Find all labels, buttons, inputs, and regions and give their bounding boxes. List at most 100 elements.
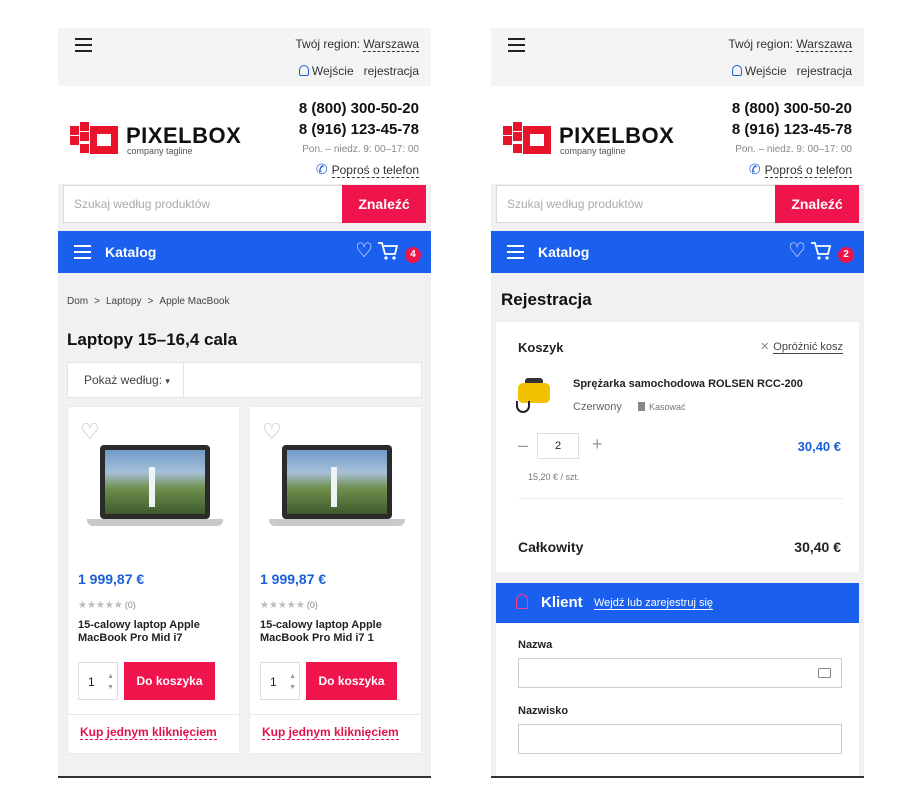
- product-image[interactable]: [516, 375, 554, 415]
- breadcrumb-macbook[interactable]: Apple MacBook: [159, 296, 229, 307]
- basket-panel: Koszyk ✕ Opróżnić kosz Sprężarka samochod…: [496, 322, 859, 572]
- callback-label: Poproś o telefon: [331, 163, 419, 178]
- product-image[interactable]: [269, 445, 405, 531]
- working-hours: Pon. – niedz. 9: 00–17: 00: [735, 144, 852, 155]
- catalog-button[interactable]: Katalog: [538, 244, 589, 260]
- favorite-heart-icon[interactable]: ♡: [80, 421, 100, 443]
- stepper-arrows-icon[interactable]: ▲ ▼: [107, 671, 114, 693]
- delete-item-link[interactable]: Kasować: [638, 402, 686, 412]
- product-price: 1 999,87 €: [78, 571, 145, 587]
- logo[interactable]: PIXELBOX company tagline: [70, 122, 245, 156]
- quantity-stepper[interactable]: 1 ▲ ▼: [260, 662, 300, 700]
- region-selector[interactable]: Twój region: Warszawa: [295, 37, 419, 52]
- sort-bar: Pokaż według: ▾: [67, 362, 422, 398]
- login-or-register-link[interactable]: Wejdź lub zarejestruj się: [594, 597, 714, 610]
- login-link[interactable]: Wejście: [312, 64, 354, 78]
- increase-quantity-button[interactable]: +: [592, 434, 603, 455]
- search-button[interactable]: Znaleźć: [775, 185, 859, 223]
- breadcrumb-laptops[interactable]: Laptopy: [106, 296, 142, 307]
- user-icon: [298, 65, 309, 76]
- total-label: Całkowity: [518, 539, 584, 555]
- add-to-cart-button[interactable]: Do koszyka: [124, 662, 215, 700]
- menu-icon[interactable]: [75, 38, 92, 56]
- register-link[interactable]: rejestracja: [364, 64, 419, 78]
- catalog-screen: Twój region: Warszawa Wejście rejestracja…: [58, 28, 431, 778]
- catalog-button[interactable]: Katalog: [105, 244, 156, 260]
- phone-icon: ✆: [748, 161, 761, 177]
- breadcrumb-separator: >: [147, 296, 154, 307]
- auth-links: Wejście rejestracja: [298, 64, 419, 78]
- client-section-header: Klient Wejdź lub zarejestruj się: [496, 583, 859, 623]
- unit-price: 15,20 € / szt.: [528, 472, 580, 482]
- product-card: ♡ 1 999,87 € ★★★★★ (0) 15-calowy laptop A…: [249, 406, 422, 754]
- clear-basket-label: Opróżnić kosz: [773, 341, 843, 354]
- login-link[interactable]: Wejście: [745, 64, 787, 78]
- favorite-heart-icon[interactable]: ♡: [262, 421, 282, 443]
- search-input[interactable]: [63, 185, 342, 223]
- basket-item-name[interactable]: Sprężarka samochodowa ROLSEN RCC-200: [573, 378, 803, 390]
- phone-2[interactable]: 8 (916) 123-45-78: [299, 119, 419, 140]
- cart-icon[interactable]: [377, 241, 399, 261]
- product-price: 1 999,87 €: [260, 571, 327, 587]
- phone-1[interactable]: 8 (800) 300-50-20: [732, 98, 852, 119]
- menu-icon[interactable]: [508, 38, 525, 56]
- breadcrumb-home[interactable]: Dom: [67, 296, 88, 307]
- product-name[interactable]: 15-calowy laptop Apple MacBook Pro Mid i…: [260, 619, 415, 645]
- catalog-menu-icon[interactable]: [74, 245, 91, 263]
- quantity-input[interactable]: 2: [537, 433, 579, 459]
- callback-link[interactable]: ✆ Poproś o telefon: [299, 161, 419, 178]
- stepper-arrows-icon[interactable]: ▲ ▼: [289, 671, 296, 693]
- surname-field[interactable]: [518, 724, 842, 754]
- decrease-quantity-button[interactable]: –: [518, 435, 528, 456]
- catalog-menu-icon[interactable]: [507, 245, 524, 263]
- add-to-cart-button[interactable]: Do koszyka: [306, 662, 397, 700]
- divider: [518, 498, 843, 499]
- name-field[interactable]: [518, 658, 842, 688]
- top-bar: Twój region: Warszawa Wejście rejestracja: [491, 28, 864, 86]
- callback-link[interactable]: ✆ Poproś o telefon: [732, 161, 852, 178]
- catalog-navbar: Katalog ♡ 2: [491, 231, 864, 273]
- sort-dropdown[interactable]: Pokaż według: ▾: [68, 363, 184, 397]
- registration-screen: Twój region: Warszawa Wejście rejestracja…: [491, 28, 864, 778]
- register-link[interactable]: rejestracja: [797, 64, 852, 78]
- contacts: 8 (800) 300-50-20 8 (916) 123-45-78 Pon.…: [732, 98, 852, 178]
- working-hours: Pon. – niedz. 9: 00–17: 00: [302, 144, 419, 155]
- divider: [250, 714, 421, 715]
- favorites-icon[interactable]: ♡: [355, 240, 373, 262]
- delete-item-label: Kasować: [649, 402, 686, 412]
- cart-count-badge: 4: [405, 247, 421, 263]
- close-icon: ✕: [760, 341, 770, 353]
- region-city-link[interactable]: Warszawa: [796, 37, 852, 52]
- product-name[interactable]: 15-calowy laptop Apple MacBook Pro Mid i…: [78, 619, 233, 645]
- region-city-link[interactable]: Warszawa: [363, 37, 419, 52]
- basket-item-color: Czerwony: [573, 401, 622, 413]
- contact-card-icon[interactable]: [818, 668, 831, 678]
- one-click-buy-link[interactable]: Kup jednym kliknięciem: [80, 725, 217, 740]
- one-click-buy-link[interactable]: Kup jednym kliknięciem: [262, 725, 399, 740]
- product-image[interactable]: [87, 445, 223, 531]
- quantity-value: 1: [270, 675, 277, 689]
- logo[interactable]: PIXELBOX company tagline: [503, 122, 678, 156]
- phone-2[interactable]: 8 (916) 123-45-78: [732, 119, 852, 140]
- region-label: Twój region:: [295, 37, 361, 51]
- quantity-stepper[interactable]: 1 ▲ ▼: [78, 662, 118, 700]
- logo-mark-icon: [70, 122, 120, 156]
- search-button[interactable]: Znaleźć: [342, 185, 426, 223]
- search-input[interactable]: [496, 185, 775, 223]
- cart-icon[interactable]: [810, 241, 832, 261]
- page-title: Laptopy 15–16,4 cala: [67, 330, 238, 349]
- top-bar: Twój region: Warszawa Wejście rejestracja: [58, 28, 431, 86]
- surname-label: Nazwisko: [518, 705, 569, 717]
- phone-1[interactable]: 8 (800) 300-50-20: [299, 98, 419, 119]
- search-bar: Znaleźć: [496, 185, 859, 223]
- chevron-down-icon: ▾: [165, 376, 170, 386]
- favorites-icon[interactable]: ♡: [788, 240, 806, 262]
- name-label: Nazwa: [518, 639, 553, 651]
- product-card: ♡ 1 999,87 € ★★★★★ (0) 15-calowy laptop A…: [67, 406, 240, 754]
- logo-tagline: company tagline: [127, 146, 193, 156]
- breadcrumb-separator: >: [94, 296, 100, 307]
- region-selector[interactable]: Twój region: Warszawa: [728, 37, 852, 52]
- contacts: 8 (800) 300-50-20 8 (916) 123-45-78 Pon.…: [299, 98, 419, 178]
- sort-label: Pokaż według:: [84, 373, 163, 387]
- clear-basket-link[interactable]: ✕ Opróżnić kosz: [760, 340, 843, 354]
